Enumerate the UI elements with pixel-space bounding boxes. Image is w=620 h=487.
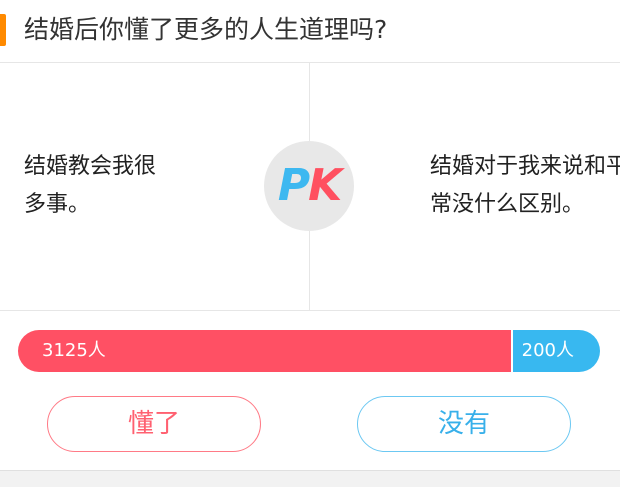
pk-badge-text: PK [264, 141, 354, 231]
vote-progress-bar: 3125人 200人 [18, 330, 600, 372]
question-title: 结婚后你懂了更多的人生道理吗? [24, 15, 388, 44]
bottom-separator [0, 470, 620, 487]
divider [0, 310, 620, 311]
vote-bar-left: 3125人 [18, 330, 511, 372]
option-right-text: 结婚对于我来说和平常没什么区别。 [430, 154, 620, 217]
option-left-text: 结婚教会我很多事。 [24, 154, 157, 217]
pk-letter-k: K [308, 160, 342, 211]
vote-right-count: 200人 [521, 340, 574, 361]
header-accent-bar [0, 14, 6, 46]
vote-no-button[interactable]: 没有 [357, 396, 571, 452]
pk-letter-p: P [277, 160, 310, 211]
vote-left-count: 3125人 [42, 340, 106, 361]
question-header: 结婚后你懂了更多的人生道理吗? [0, 0, 620, 63]
vote-bar-right: 200人 [513, 330, 600, 372]
vote-yes-button[interactable]: 懂了 [47, 396, 261, 452]
pk-badge-icon: PK [264, 141, 354, 231]
option-right-panel: 结婚对于我来说和平常没什么区别。 [310, 62, 620, 310]
